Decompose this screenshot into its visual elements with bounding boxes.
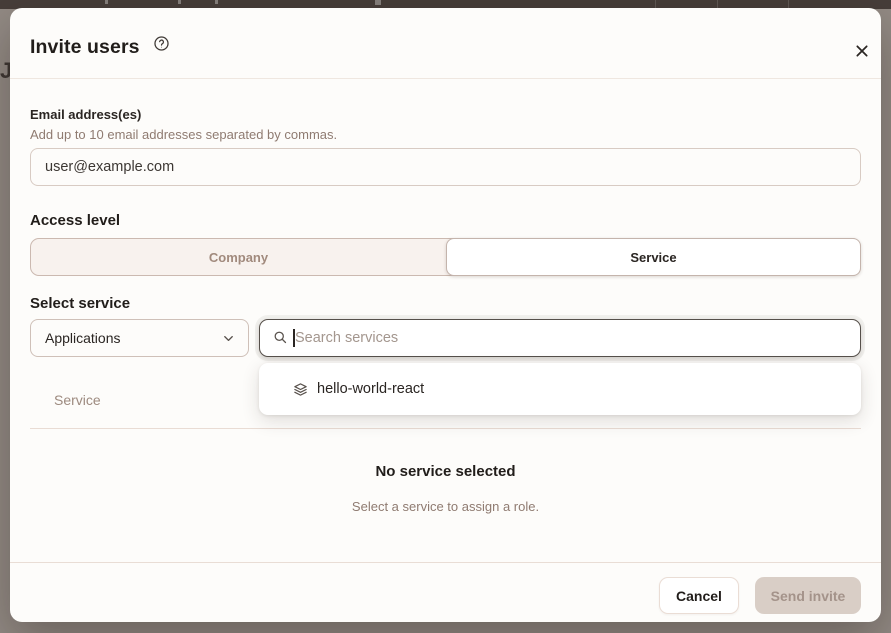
background-topbar-fragment [105,0,108,4]
segment-company[interactable]: Company [31,239,446,275]
modal-title: Invite users [30,36,140,59]
chevron-down-icon [221,331,236,346]
footer-divider [10,562,881,563]
service-column-header: Service [54,392,101,408]
invite-users-modal: Invite users Email address(es) Add up to… [10,8,881,622]
service-result-label: hello-world-react [317,381,424,397]
service-type-select-value: Applications [45,330,221,346]
stack-icon [293,382,308,397]
cancel-button[interactable]: Cancel [659,577,739,614]
close-icon[interactable] [848,37,876,65]
background-glyph: J. [0,58,10,84]
service-search-field [259,319,861,357]
service-search-input[interactable] [295,320,855,355]
email-input[interactable] [30,148,861,186]
service-type-select[interactable]: Applications [30,319,249,357]
access-level-segmented-control: Company Service [30,238,861,276]
background-topbar-fragment [375,0,381,5]
service-results-dropdown: hello-world-react [259,363,861,415]
background-topbar-fragment [215,0,218,4]
access-level-label: Access level [30,212,120,229]
service-result-item[interactable]: hello-world-react [267,369,853,409]
send-invite-button[interactable]: Send invite [755,577,861,614]
email-helper-text: Add up to 10 email addresses separated b… [30,127,337,142]
segment-service[interactable]: Service [446,238,861,276]
help-icon[interactable] [153,35,170,52]
empty-state-subtitle: Select a service to assign a role. [10,499,881,514]
email-label: Email address(es) [30,107,141,122]
search-icon [273,330,288,345]
header-divider [10,78,881,79]
select-service-label: Select service [30,295,130,312]
screen: J. Invite users Email address(es) Add up… [0,0,891,633]
empty-state-title: No service selected [10,463,881,480]
table-divider [30,428,861,429]
background-topbar-fragment [178,0,181,4]
